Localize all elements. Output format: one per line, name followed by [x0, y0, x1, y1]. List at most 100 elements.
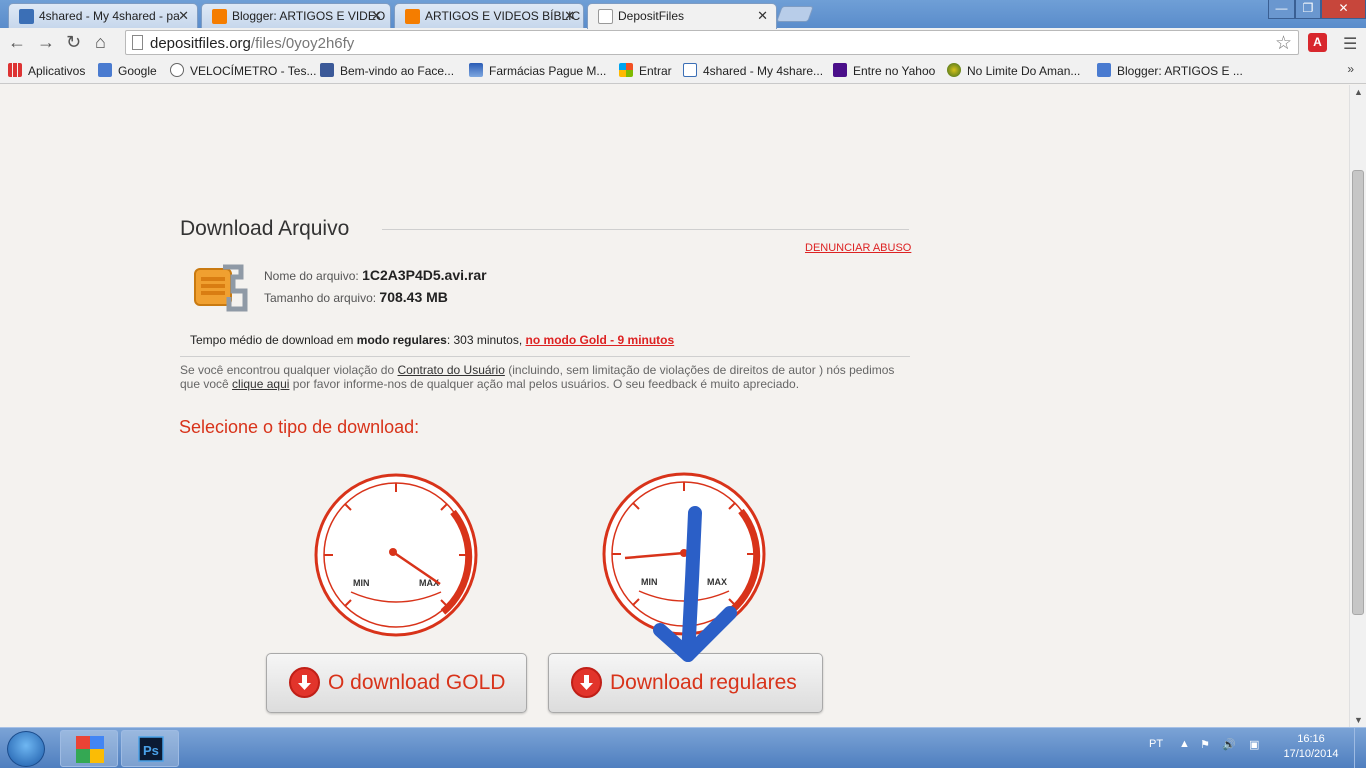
tab-4shared[interactable]: 4shared - My 4shared - pa ✕: [8, 3, 198, 28]
bookmark-blogger[interactable]: Blogger: ARTIGOS E ...: [1097, 63, 1243, 78]
tab-close-icon[interactable]: ✕: [178, 8, 189, 24]
forward-arrow-icon[interactable]: →: [37, 32, 55, 53]
bookmark-yahoo[interactable]: Entre no Yahoo: [833, 63, 935, 78]
regular-download-label: Download regulares: [610, 671, 797, 694]
url-text[interactable]: depositfiles.org/files/0yoy2h6fy: [150, 35, 354, 52]
taskbar-photoshop-app[interactable]: Ps: [121, 730, 179, 767]
tab-close-icon[interactable]: ✕: [564, 8, 575, 24]
click-here-link[interactable]: clique aqui: [232, 377, 289, 391]
gold-download-label: O download GOLD: [328, 671, 506, 694]
gauge-min-label: MIN: [641, 577, 658, 587]
bookmark-farmacias[interactable]: Farmácias Pague M...: [469, 63, 606, 78]
tab-artigos[interactable]: ARTIGOS E VIDEOS BÍBLIC ✕: [394, 3, 584, 28]
gold-mode-link[interactable]: no modo Gold - 9 minutos: [526, 333, 675, 347]
bookmark-label: Farmácias Pague M...: [489, 64, 607, 78]
bookmark-label: 4shared - My 4share...: [703, 64, 824, 78]
google-app-icon: [76, 736, 104, 763]
file-name-row: Nome do arquivo: 1C2A3P4D5.avi.rar: [264, 267, 487, 283]
globe-icon: [947, 63, 961, 77]
bookmark-label: Entre no Yahoo: [853, 64, 936, 78]
tab-label: ARTIGOS E VIDEOS BÍBLIC: [425, 9, 581, 23]
bookmark-label: Aplicativos: [28, 64, 86, 78]
yahoo-icon: [833, 63, 847, 77]
bookmark-4shared[interactable]: 4shared - My 4share...: [683, 63, 823, 78]
photoshop-icon: Ps: [138, 736, 164, 762]
bookmark-label: Bem-vindo ao Face...: [340, 64, 455, 78]
new-tab-button[interactable]: [776, 6, 814, 22]
back-arrow-icon[interactable]: ←: [8, 32, 26, 53]
download-arrow-icon: [289, 667, 320, 698]
scroll-down-icon[interactable]: ▼: [1354, 715, 1363, 725]
average-time-line: Tempo médio de download em modo regulare…: [190, 333, 674, 347]
network-icon[interactable]: ▣: [1249, 738, 1259, 751]
gold-speed-gauge: MIN MAX: [314, 473, 478, 637]
bookmark-entrar[interactable]: Entrar: [619, 63, 672, 78]
clock-date: 17/10/2014: [1283, 748, 1339, 760]
bookmark-aplicativos[interactable]: Aplicativos: [8, 63, 85, 78]
bookmark-label: Entrar: [639, 64, 672, 78]
tab-depositfiles[interactable]: DepositFiles ✕: [587, 3, 777, 29]
scrollbar-thumb[interactable]: [1352, 170, 1364, 615]
violation-notice: Se você encontrou qualquer violação do C…: [180, 363, 915, 391]
regular-speed-gauge: MIN MAX: [602, 472, 766, 636]
show-desktop-button[interactable]: [1354, 728, 1366, 768]
svg-text:Ps: Ps: [143, 743, 159, 758]
regular-download-button[interactable]: Download regulares: [548, 653, 823, 713]
bookmark-label: Google: [118, 64, 157, 78]
facebook-icon: [320, 63, 334, 77]
url-host: depositfiles.org: [150, 35, 251, 52]
taskbar-chrome-app[interactable]: [60, 730, 118, 767]
chrome-menu-icon[interactable]: ☰: [1343, 34, 1357, 54]
depositfiles-favicon-icon: [598, 9, 613, 24]
taskbar-clock[interactable]: 16:16 17/10/2014: [1274, 732, 1348, 762]
close-window-button[interactable]: ✕: [1321, 0, 1366, 19]
user-agreement-link[interactable]: Contrato do Usuário: [398, 363, 505, 377]
restore-button[interactable]: ❐: [1295, 0, 1321, 19]
bookmark-facebook[interactable]: Bem-vindo ao Face...: [320, 63, 454, 78]
tab-label: DepositFiles: [618, 9, 685, 23]
browser-titlebar: 4shared - My 4shared - pa ✕ Blogger: ART…: [0, 0, 1366, 29]
volume-icon[interactable]: 🔊: [1222, 738, 1236, 751]
notice-text-1: Se você encontrou qualquer violação do: [180, 363, 395, 377]
page-icon: [132, 35, 143, 50]
blogger-favicon-icon: [405, 9, 420, 24]
page-content: Download Arquivo DENUNCIAR ABUSO Nome do…: [0, 85, 1349, 727]
address-bar[interactable]: depositfiles.org/files/0yoy2h6fy ☆: [125, 30, 1299, 55]
bookmark-google[interactable]: Google: [98, 63, 157, 78]
bookmark-no-limite[interactable]: No Limite Do Aman...: [947, 63, 1080, 78]
gold-download-button[interactable]: O download GOLD: [266, 653, 527, 713]
language-indicator[interactable]: PT: [1149, 738, 1163, 750]
windows-icon: [619, 63, 633, 77]
blogger-favicon-icon: [212, 9, 227, 24]
bookmark-velocimetro[interactable]: VELOCÍMETRO - Tes...: [170, 63, 316, 78]
minimize-button[interactable]: —: [1268, 0, 1295, 19]
google-icon: [98, 63, 112, 77]
content-divider: [180, 356, 910, 357]
gauge-min-label: MIN: [353, 578, 370, 588]
bookmarks-overflow-icon[interactable]: »: [1347, 62, 1354, 76]
google-icon: [1097, 63, 1111, 77]
show-hidden-icons-icon[interactable]: ▲: [1179, 738, 1190, 750]
avg-prefix: Tempo médio de download em: [190, 333, 354, 347]
4shared-favicon-icon: [19, 9, 34, 24]
reload-icon[interactable]: ↻: [66, 32, 81, 53]
bookmark-star-icon[interactable]: ☆: [1275, 32, 1292, 55]
windows-taskbar: Ps PT ▲ ⚑ 🔊 ▣ 16:16 17/10/2014: [0, 727, 1366, 768]
tab-close-icon[interactable]: ✕: [757, 8, 768, 24]
archive-file-icon: [194, 264, 248, 312]
tab-close-icon[interactable]: ✕: [371, 8, 382, 24]
select-download-type-heading: Selecione o tipo de download:: [179, 417, 420, 437]
action-center-flag-icon[interactable]: ⚑: [1200, 738, 1210, 751]
tab-label: 4shared - My 4shared - pa: [39, 9, 180, 23]
gauge-max-label: MAX: [707, 577, 727, 587]
notice-text-3: por favor informe-nos de qualquer ação m…: [292, 377, 800, 391]
tab-blogger[interactable]: Blogger: ARTIGOS E VIDEO ✕: [201, 3, 391, 28]
extension-icon[interactable]: A: [1308, 33, 1327, 52]
report-abuse-link[interactable]: DENUNCIAR ABUSO: [805, 242, 911, 254]
speedometer-icon: [170, 63, 184, 77]
scroll-up-icon[interactable]: ▲: [1354, 87, 1363, 97]
home-icon[interactable]: ⌂: [95, 32, 106, 53]
vertical-scrollbar[interactable]: ▲ ▼: [1349, 85, 1366, 727]
gauge-max-label: MAX: [419, 578, 439, 588]
windows-start-button[interactable]: [7, 731, 45, 767]
